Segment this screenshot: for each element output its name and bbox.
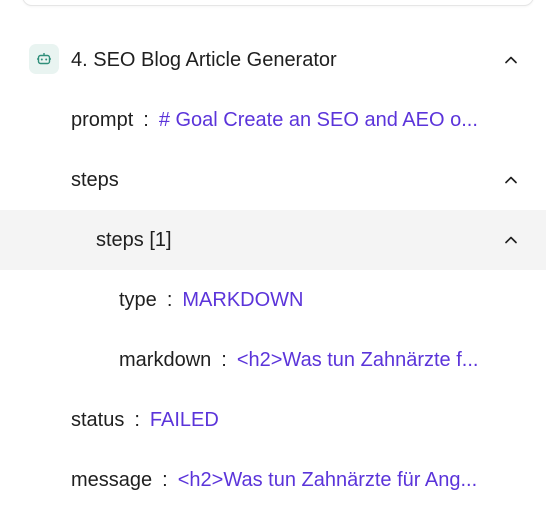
field-separator: : — [143, 108, 149, 131]
field-separator: : — [162, 468, 168, 491]
field-separator: : — [166, 288, 173, 311]
field-value[interactable]: MARKDOWN — [182, 289, 303, 312]
field-separator: : — [134, 408, 140, 431]
field-value[interactable]: <h2>Was tun Zahnärzte f... — [237, 349, 479, 372]
field-label: type — [119, 288, 157, 311]
agent-title: 4. SEO Blog Article Generator — [71, 48, 337, 71]
field-separator: : — [221, 348, 227, 371]
field-label: steps [1] — [96, 228, 172, 251]
field-markdown: markdown : <h2>Was tun Zahnärzte f... — [0, 330, 546, 390]
field-steps-item[interactable]: steps [1] — [0, 210, 546, 270]
field-label: steps — [71, 168, 119, 191]
chevron-up-icon[interactable] — [504, 233, 518, 247]
field-label: message — [71, 468, 153, 491]
field-value[interactable]: # Goal Create an SEO and AEO o... — [159, 109, 478, 132]
field-label: markdown — [119, 348, 212, 371]
field-type: type : MARKDOWN — [0, 270, 546, 330]
field-status: status : FAILED — [0, 390, 546, 450]
field-steps[interactable]: steps — [0, 150, 546, 210]
field-label: prompt — [71, 108, 134, 131]
field-message: message : <h2>Was tun Zahnärzte für Ang.… — [0, 450, 546, 510]
robot-icon — [29, 44, 59, 74]
chevron-up-icon[interactable] — [504, 53, 518, 67]
field-label: status — [71, 408, 125, 431]
chevron-up-icon[interactable] — [504, 173, 518, 187]
previous-card — [22, 0, 534, 6]
agent-header-row[interactable]: 4. SEO Blog Article Generator — [0, 30, 546, 90]
field-value[interactable]: <h2>Was tun Zahnärzte für Ang... — [178, 469, 477, 492]
field-prompt: prompt : # Goal Create an SEO and AEO o.… — [0, 90, 546, 150]
field-value[interactable]: FAILED — [150, 409, 219, 432]
